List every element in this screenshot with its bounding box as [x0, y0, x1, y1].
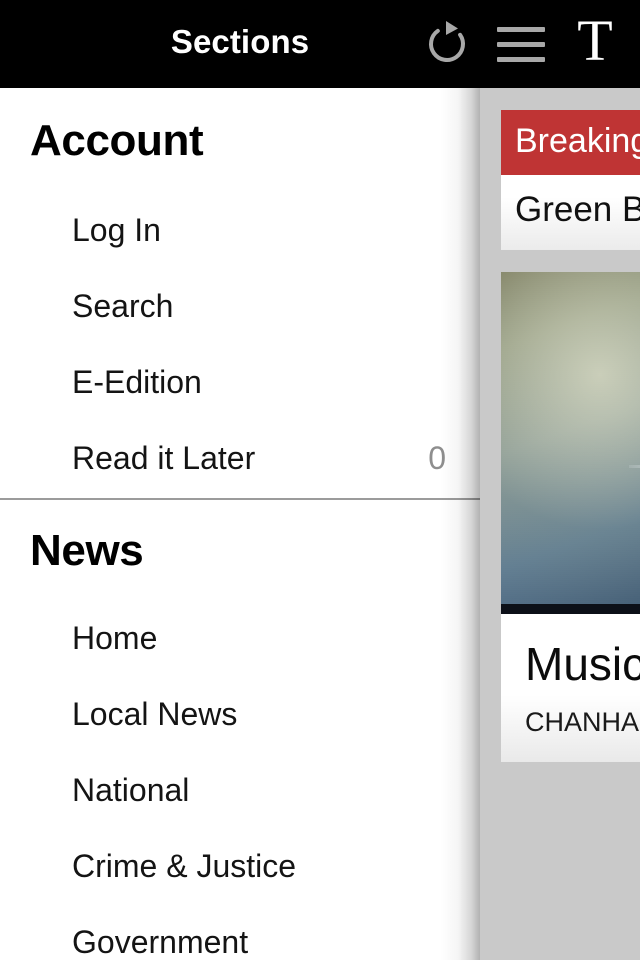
- photo-bottom-edge: [501, 604, 640, 614]
- drawer-item-label: Government: [72, 923, 249, 960]
- refresh-icon: [424, 19, 470, 69]
- drawer-item-label: Home: [72, 619, 158, 656]
- news-feed-inner: Breaking News Green Bay police force qui…: [480, 88, 640, 762]
- drawer-item-national[interactable]: National: [0, 752, 480, 828]
- drawer-item-local-news[interactable]: Local News: [0, 676, 480, 752]
- drawer-item-label: Log In: [72, 211, 161, 248]
- article-photo[interactable]: [501, 272, 640, 614]
- app-root: Breaking News Green Bay police force qui…: [0, 0, 640, 960]
- drawer-item-label: Read it Later: [72, 439, 256, 476]
- feature-article-card[interactable]: Music legend Prince dies at 57 CHANHASSE…: [501, 614, 640, 762]
- top-navigation-bar: Sections T: [0, 0, 640, 88]
- drawer-item-search[interactable]: Search: [0, 268, 480, 344]
- drawer-item-government[interactable]: Government: [0, 904, 480, 960]
- photo-highlight-streak: [629, 465, 640, 468]
- page-title: Sections: [170, 23, 310, 60]
- drawer-item-label: Crime & Justice: [72, 847, 297, 884]
- sections-drawer: Account Log In Search E-Edition Read it …: [0, 88, 480, 960]
- drawer-item-label: Search: [72, 287, 174, 324]
- breaking-news-headline: Green Bay police force quits over mayor'…: [501, 175, 640, 250]
- read-it-later-count-badge: 0: [428, 439, 446, 476]
- hamburger-menu-icon: [497, 26, 545, 62]
- drawer-item-label: National: [72, 771, 190, 808]
- feature-article-headline: Music legend Prince dies at 57: [525, 638, 640, 690]
- masthead-logo-icon: T: [577, 8, 613, 73]
- drawer-heading-news: News: [30, 526, 144, 575]
- drawer-item-crime-and-justice[interactable]: Crime & Justice: [0, 828, 480, 904]
- drawer-item-home[interactable]: Home: [0, 600, 480, 676]
- photo-texture: [501, 272, 640, 614]
- drawer-item-e-edition[interactable]: E-Edition: [0, 344, 480, 420]
- news-feed-content: Breaking News Green Bay police force qui…: [480, 88, 640, 960]
- breaking-news-banner: Breaking News: [501, 110, 640, 175]
- drawer-item-label: E-Edition: [72, 363, 202, 400]
- drawer-item-read-it-later[interactable]: Read it Later 0: [0, 420, 480, 496]
- feature-article-dek: CHANHASSEN, Minn. — Authorities are inve…: [525, 707, 640, 737]
- drawer-item-label: Local News: [72, 695, 238, 732]
- menu-button[interactable]: [484, 0, 558, 88]
- topbar-actions: T: [410, 0, 640, 88]
- drawer-item-log-in[interactable]: Log In: [0, 192, 480, 268]
- breaking-news-card[interactable]: Breaking News Green Bay police force qui…: [501, 110, 640, 250]
- drawer-scroll-area[interactable]: Account Log In Search E-Edition Read it …: [0, 88, 480, 960]
- masthead-logo-button[interactable]: T: [558, 0, 632, 88]
- drawer-heading-account: Account: [30, 116, 204, 165]
- refresh-button[interactable]: [410, 0, 484, 88]
